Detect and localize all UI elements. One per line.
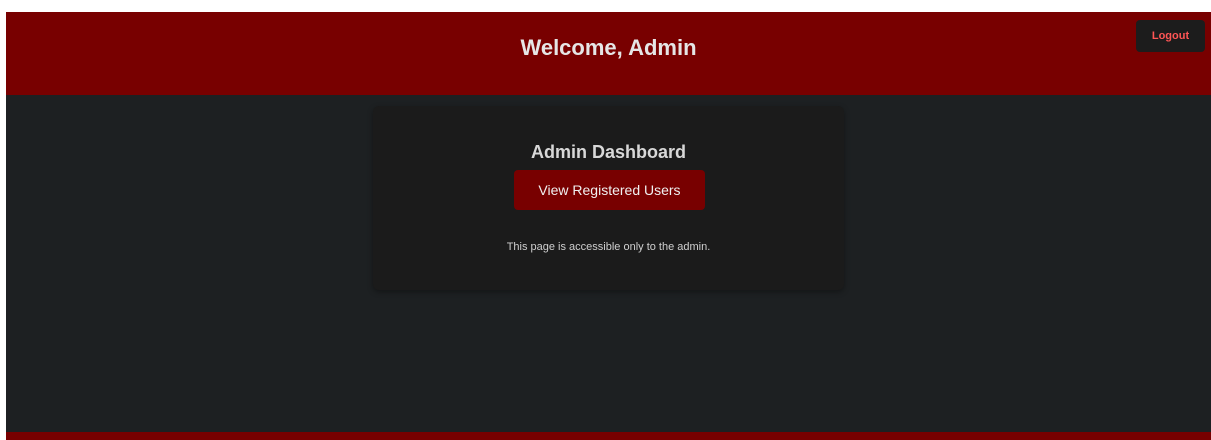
footer-strip	[6, 432, 1211, 440]
view-registered-users-button[interactable]: View Registered Users	[514, 170, 705, 210]
logout-button[interactable]: Logout	[1136, 20, 1205, 52]
page-title: Welcome, Admin	[520, 35, 697, 60]
top-header: Welcome, Admin Logout	[6, 12, 1211, 95]
admin-access-note: This page is accessible only to the admi…	[506, 241, 711, 253]
dashboard-title: Admin Dashboard	[530, 142, 686, 162]
app-window: Welcome, Admin Logout Admin Dashboard Vi…	[6, 12, 1211, 440]
